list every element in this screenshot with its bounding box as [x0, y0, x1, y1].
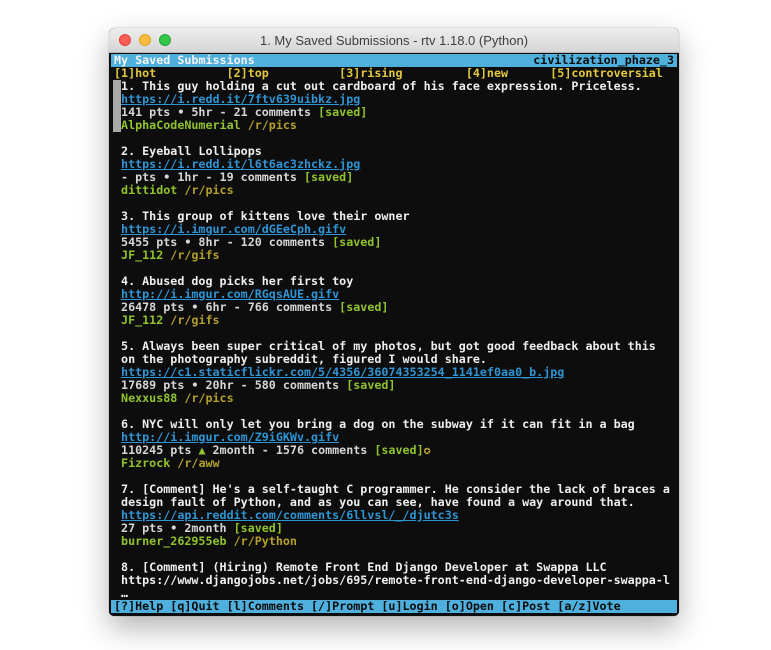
submission-7[interactable]: 7. [Comment] He's a self-taught C progra…	[114, 483, 670, 548]
terminal-window: 1. My Saved Submissions - rtv 1.18.0 (Py…	[109, 28, 679, 616]
subreddit-name: /r/aww	[177, 456, 219, 470]
terminal-screen: My Saved Submissions civilization_phaze_…	[109, 53, 679, 616]
submission-list: 1. This guy holding a cut out cardboard …	[111, 80, 673, 600]
author-name: dittidot	[121, 183, 177, 197]
author-name: Fizrock	[121, 456, 170, 470]
submission-8[interactable]: 8. [Comment] (Hiring) Remote Front End D…	[114, 561, 670, 600]
subreddit-name: /r/gifs	[170, 313, 219, 327]
submission-2[interactable]: 2. Eyeball Lollipops https://i.redd.it/l…	[114, 145, 670, 197]
submission-byline: burner_262955eb/r/Python	[121, 535, 670, 548]
window-title: 1. My Saved Submissions - rtv 1.18.0 (Py…	[109, 33, 679, 48]
subreddit-name: /r/pics	[248, 118, 297, 132]
saved-badge: [saved]	[339, 300, 388, 314]
author-name: JF_112	[121, 313, 163, 327]
saved-badge: [saved]	[234, 521, 283, 535]
subreddit-name: /r/pics	[184, 183, 233, 197]
saved-badge: [saved]	[304, 170, 353, 184]
subreddit-name: /r/Python	[234, 534, 297, 548]
window-titlebar[interactable]: 1. My Saved Submissions - rtv 1.18.0 (Py…	[109, 28, 679, 53]
saved-badge: [saved]	[374, 443, 423, 457]
subreddit-name: /r/gifs	[170, 248, 219, 262]
tab-new[interactable]: [4]new	[466, 67, 508, 80]
submission-title: 8. [Comment] (Hiring) Remote Front End D…	[121, 561, 670, 587]
submission-byline: JF_112/r/gifs	[121, 314, 670, 327]
gilded-icon: ✪	[424, 443, 431, 457]
submission-byline: JF_112/r/gifs	[121, 249, 670, 262]
saved-badge: [saved]	[318, 105, 367, 119]
saved-badge: [saved]	[332, 235, 381, 249]
tab-controversial[interactable]: [5]controversial	[550, 67, 663, 80]
command-hints: [?]Help [q]Quit [l]Comments [/]Prompt [u…	[114, 600, 621, 613]
submission-byline: dittidot/r/pics	[121, 184, 670, 197]
submission-3[interactable]: 3. This group of kittens love their owne…	[114, 210, 670, 262]
submission-5[interactable]: 5. Always been super critical of my phot…	[114, 340, 670, 405]
subreddit-name: /r/pics	[184, 391, 233, 405]
author-name: Nexxus88	[121, 391, 177, 405]
submission-byline: Nexxus88/r/pics	[121, 392, 670, 405]
submission-1[interactable]: 1. This guy holding a cut out cardboard …	[114, 80, 670, 132]
author-name: AlphaCodeNumerial	[121, 118, 241, 132]
truncation-ellipsis: …	[121, 587, 670, 600]
submission-title: 5. Always been super critical of my phot…	[121, 340, 670, 366]
saved-badge: [saved]	[346, 378, 395, 392]
submission-byline: AlphaCodeNumerial/r/pics	[121, 119, 670, 132]
tab-hot[interactable]: [1]hot	[114, 67, 156, 80]
command-bar: [?]Help [q]Quit [l]Comments [/]Prompt [u…	[111, 600, 677, 613]
submission-byline: Fizrock/r/aww	[121, 457, 670, 470]
submission-4[interactable]: 4. Abused dog picks her first toy http:/…	[114, 275, 670, 327]
author-name: burner_262955eb	[121, 534, 227, 548]
submission-6[interactable]: 6. NYC will only let you bring a dog on …	[114, 418, 670, 470]
tab-top[interactable]: [2]top	[227, 67, 269, 80]
author-name: JF_112	[121, 248, 163, 262]
submission-title: 7. [Comment] He's a self-taught C progra…	[121, 483, 670, 509]
tab-rising[interactable]: [3]rising	[339, 67, 402, 80]
sort-tab-bar: [1]hot [2]top [3]rising [4]new [5]contro…	[111, 67, 677, 80]
